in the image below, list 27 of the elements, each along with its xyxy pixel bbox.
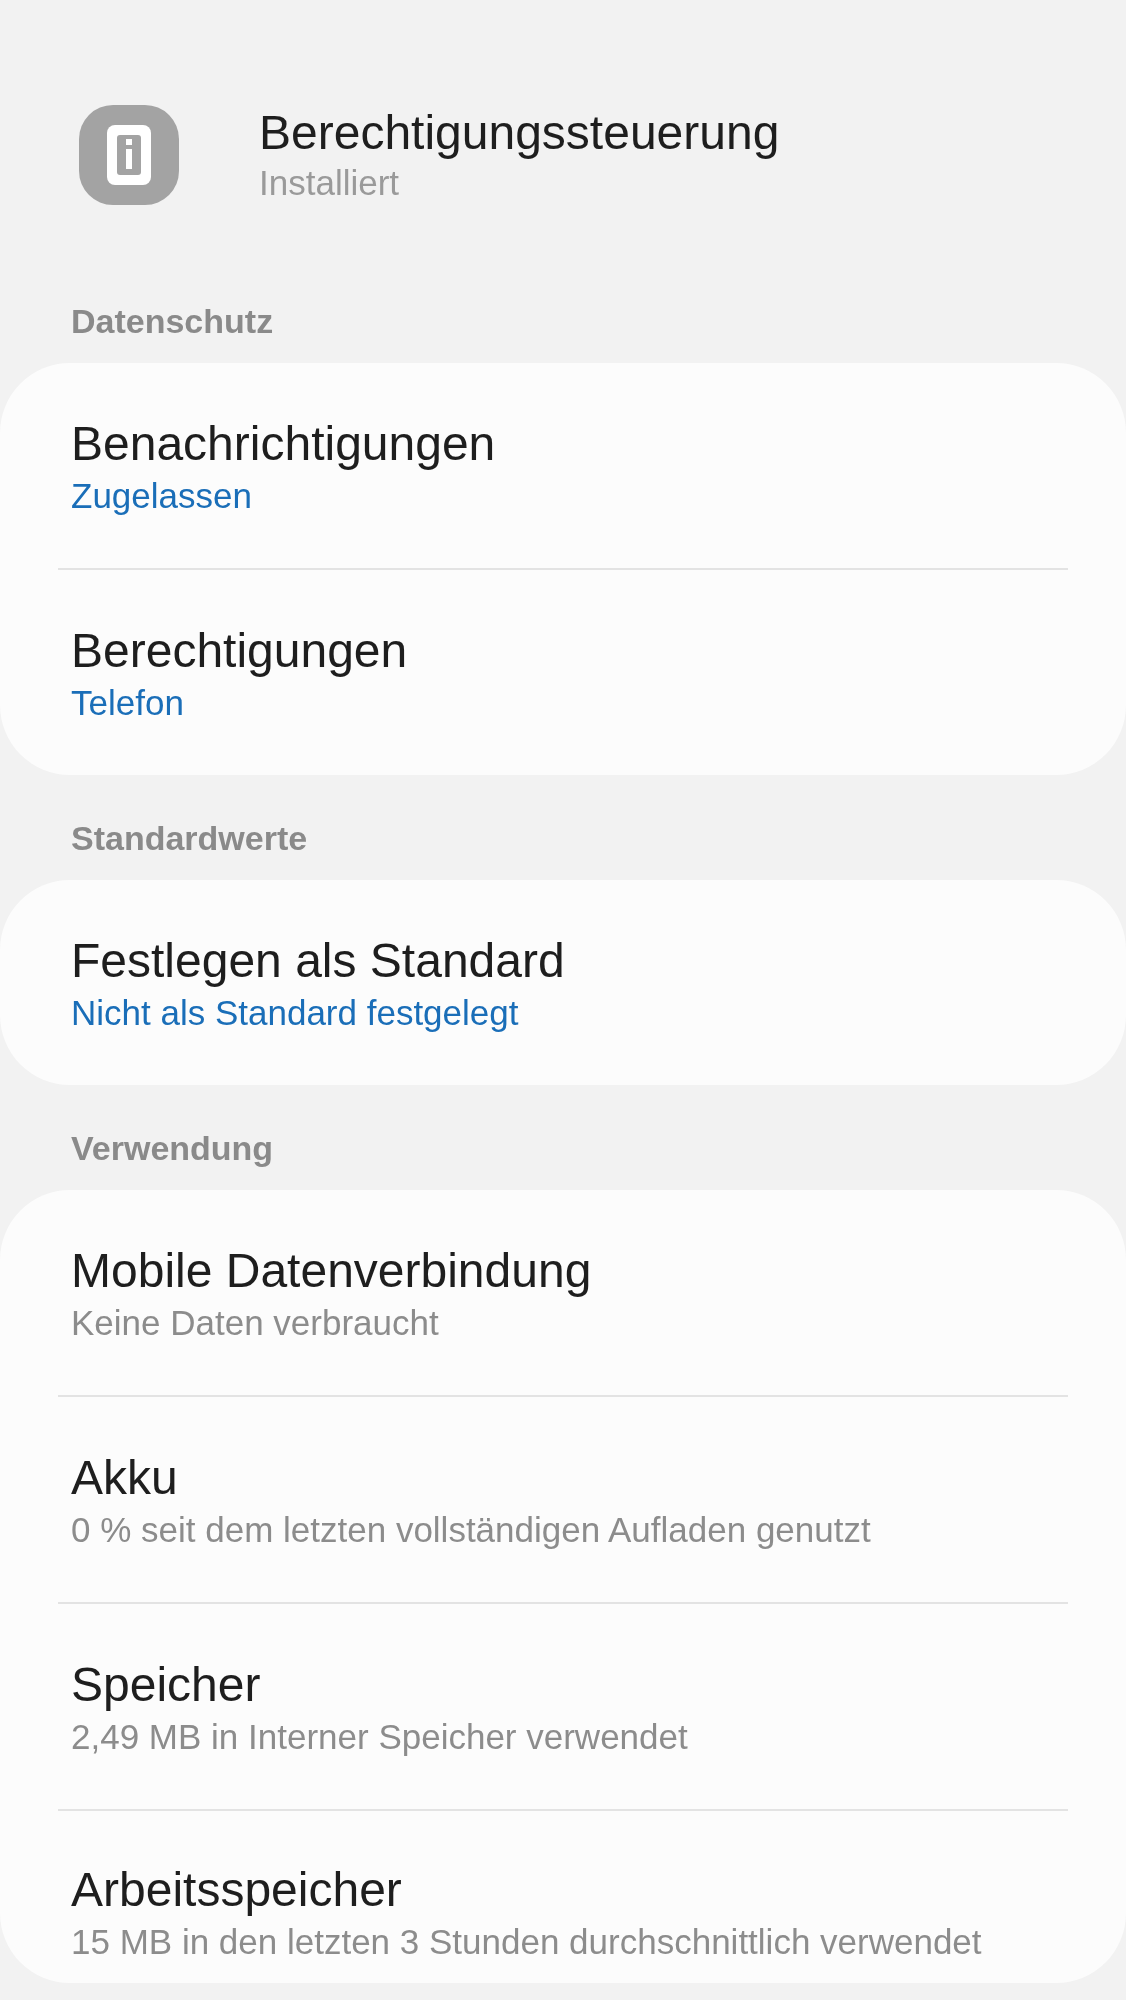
settings-row[interactable]: Akku 0 % seit dem letzten vollständigen Aufladen genutzt [0, 1397, 1126, 1602]
app-icon [77, 103, 181, 207]
row-title: Speicher [71, 1656, 262, 1713]
row-subtitle: 15 MB in den letzten 3 Stunden durchschnittlich verwendet [71, 1921, 983, 1963]
row-title: Festlegen als Standard [71, 932, 566, 989]
app-title: Berechtigungssteuerung [259, 105, 780, 161]
app-status: Installiert [259, 162, 401, 204]
settings-row[interactable]: Berechtigungen Telefon [0, 570, 1126, 775]
row-title: Akku [71, 1449, 179, 1506]
row-title: Mobile Datenverbindung [71, 1242, 593, 1299]
row-title: Arbeitsspeicher [71, 1862, 403, 1918]
row-subtitle: 0 % seit dem letzten vollständigen Aufladen genutzt [71, 1508, 872, 1551]
settings-row[interactable]: Arbeitsspeicher 15 MB in den letzten 3 Stunden durchschnittlich verwendet [0, 1811, 1126, 1983]
settings-row[interactable]: Festlegen als Standard Nicht als Standard festgelegt [0, 880, 1126, 1085]
section-header: Verwendung [71, 1128, 274, 1168]
section-header: Standardwerte [71, 818, 308, 858]
row-subtitle: Telefon [71, 681, 185, 724]
row-subtitle: Zugelassen [71, 474, 253, 517]
settings-row[interactable]: Benachrichtigungen Zugelassen [0, 363, 1126, 568]
settings-row[interactable]: Mobile Datenverbindung Keine Daten verbraucht [0, 1190, 1126, 1395]
row-title: Benachrichtigungen [71, 415, 497, 472]
row-subtitle: 2,49 MB in Interner Speicher verwendet [71, 1715, 689, 1758]
section-header: Datenschutz [71, 301, 274, 341]
row-title: Berechtigungen [71, 622, 409, 679]
row-subtitle: Keine Daten verbraucht [71, 1301, 440, 1344]
settings-row[interactable]: Speicher 2,49 MB in Interner Speicher verwendet [0, 1604, 1126, 1809]
row-subtitle: Nicht als Standard festgelegt [71, 991, 520, 1034]
